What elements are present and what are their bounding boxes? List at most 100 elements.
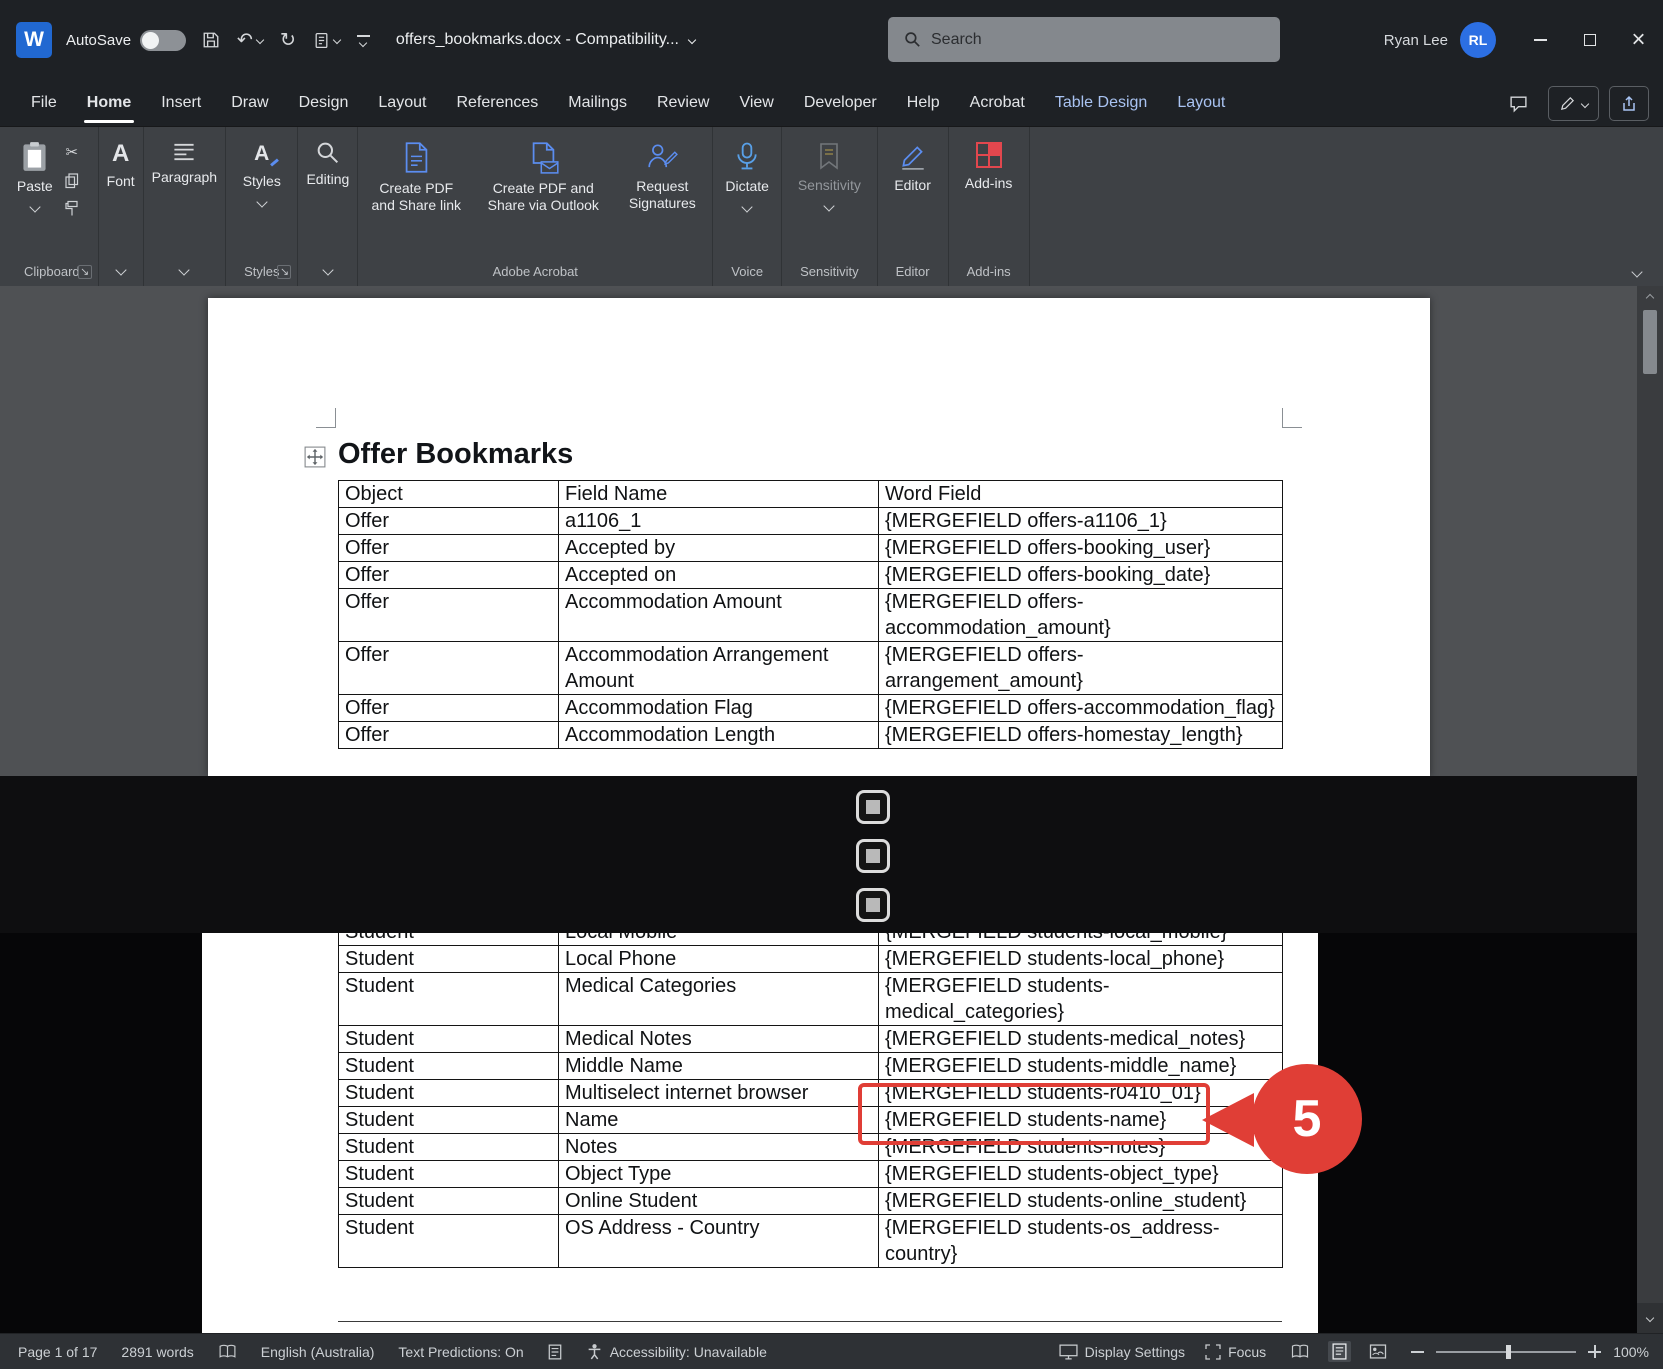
ribbon-tab[interactable]: Layout <box>1162 80 1240 126</box>
customize-quick-access-icon[interactable] <box>357 35 370 46</box>
ribbon-tab[interactable]: Table Design <box>1040 80 1163 126</box>
ribbon-tab[interactable]: Acrobat <box>955 80 1040 126</box>
document-status-button[interactable] <box>548 1344 562 1360</box>
column-header[interactable]: Field Name <box>559 481 879 508</box>
proofing-status-button[interactable] <box>218 1344 237 1359</box>
ribbon-tab[interactable]: Review <box>642 80 724 126</box>
word-count[interactable]: 2891 words <box>121 1344 193 1360</box>
undo-button[interactable]: ↶ <box>237 31 263 50</box>
text-predictions-indicator[interactable]: Text Predictions: On <box>398 1344 523 1360</box>
cell-field-name[interactable]: Medical Notes <box>559 1026 879 1053</box>
scrollbar-thumb[interactable] <box>1643 310 1657 374</box>
vertical-scrollbar[interactable] <box>1637 286 1663 1333</box>
minimize-button[interactable] <box>1516 0 1565 80</box>
cell-field-name[interactable]: Accepted on <box>559 562 879 589</box>
cell-field-name[interactable]: OS Address - Country <box>559 1215 879 1268</box>
ribbon-tab[interactable]: Draw <box>216 80 283 126</box>
avatar[interactable]: RL <box>1460 22 1496 58</box>
cell-word-field[interactable]: {MERGEFIELD offers-homestay_length} <box>879 722 1283 749</box>
cell-object[interactable]: Offer <box>339 642 559 695</box>
ribbon-tab[interactable]: Home <box>72 80 146 126</box>
zoom-slider-thumb[interactable] <box>1506 1345 1511 1359</box>
comments-button[interactable] <box>1499 86 1538 121</box>
zoom-slider[interactable] <box>1436 1351 1576 1353</box>
cell-object[interactable]: Offer <box>339 562 559 589</box>
ribbon-tab[interactable]: Layout <box>363 80 441 126</box>
autosave-toggle[interactable] <box>140 30 186 51</box>
cell-object[interactable]: Student <box>339 1107 559 1134</box>
cell-object[interactable]: Offer <box>339 722 559 749</box>
sensitivity-button[interactable]: Sensitivity <box>798 132 861 210</box>
cell-field-name[interactable]: Notes <box>559 1134 879 1161</box>
ribbon-tab[interactable]: Developer <box>789 80 892 126</box>
editing-button[interactable]: Editing <box>306 132 349 284</box>
create-pdf-share-link-button[interactable]: Create PDF and Share link <box>366 132 466 214</box>
document-title-button[interactable]: offers_bookmarks.docx - Compatibility... <box>396 31 695 49</box>
cell-object[interactable]: Student <box>339 1188 559 1215</box>
styles-dialog-launcher[interactable]: ↘ <box>277 265 291 279</box>
cell-object[interactable]: Offer <box>339 589 559 642</box>
cell-field-name[interactable]: Medical Categories <box>559 973 879 1026</box>
ribbon-tab[interactable]: Insert <box>146 80 216 126</box>
accessibility-status[interactable]: Accessibility: Unavailable <box>586 1343 767 1360</box>
cell-object[interactable]: Student <box>339 1080 559 1107</box>
cell-word-field[interactable]: {MERGEFIELD students-object_type} <box>879 1161 1283 1188</box>
cell-word-field[interactable]: {MERGEFIELD offers-booking_date} <box>879 562 1283 589</box>
cell-object[interactable]: Student <box>339 946 559 973</box>
cell-field-name[interactable]: Accommodation Length <box>559 722 879 749</box>
maximize-button[interactable] <box>1565 0 1614 80</box>
cell-word-field[interactable]: {MERGEFIELD students-local_mobile} <box>879 933 1283 946</box>
cell-word-field[interactable]: {MERGEFIELD students-online_student} <box>879 1188 1283 1215</box>
close-button[interactable]: × <box>1614 0 1663 80</box>
share-button[interactable] <box>1609 86 1649 121</box>
cell-word-field[interactable]: {MERGEFIELD offers-accommodation_flag} <box>879 695 1283 722</box>
create-pdf-outlook-button[interactable]: Create PDF and Share via Outlook <box>480 132 606 214</box>
cell-word-field[interactable]: {MERGEFIELD offers-booking_user} <box>879 535 1283 562</box>
cell-word-field[interactable]: {MERGEFIELD students-middle_name} <box>879 1053 1283 1080</box>
cell-object[interactable]: Student <box>339 1215 559 1268</box>
zoom-out-button[interactable] <box>1411 1351 1424 1353</box>
ribbon-tab[interactable]: View <box>724 80 788 126</box>
read-mode-button[interactable] <box>1286 1342 1314 1361</box>
clipboard-dialog-launcher[interactable]: ↘ <box>78 265 92 279</box>
display-settings-button[interactable]: Display Settings <box>1059 1344 1185 1360</box>
cell-field-name[interactable]: Online Student <box>559 1188 879 1215</box>
ribbon-tab[interactable]: Design <box>284 80 364 126</box>
language-indicator[interactable]: English (Australia) <box>261 1344 375 1360</box>
ribbon-tab[interactable]: References <box>441 80 553 126</box>
zoom-in-button[interactable] <box>1588 1345 1601 1358</box>
page-indicator[interactable]: Page 1 of 17 <box>18 1344 97 1360</box>
cut-icon[interactable]: ✂ <box>61 142 83 162</box>
cell-field-name[interactable]: a1106_1 <box>559 508 879 535</box>
styles-button[interactable]: A Styles <box>243 132 281 206</box>
dictate-button[interactable]: Dictate <box>725 132 769 211</box>
cell-object[interactable]: Student <box>339 1053 559 1080</box>
cell-word-field[interactable]: {MERGEFIELD students-medical_categories} <box>879 973 1283 1026</box>
document-heading[interactable]: Offer Bookmarks <box>338 438 573 471</box>
redo-button[interactable]: ↻ <box>280 31 296 50</box>
document-button[interactable] <box>313 32 340 49</box>
print-layout-button[interactable] <box>1328 1341 1351 1362</box>
cell-field-name[interactable]: Middle Name <box>559 1053 879 1080</box>
cell-object[interactable]: Student <box>339 1026 559 1053</box>
cell-word-field[interactable]: {MERGEFIELD students-local_phone} <box>879 946 1283 973</box>
ribbon-tab[interactable]: Mailings <box>553 80 642 126</box>
copy-icon[interactable] <box>61 170 83 190</box>
addins-button[interactable]: Add-ins <box>965 132 1012 192</box>
cell-object[interactable]: Student <box>339 933 559 946</box>
cell-word-field[interactable]: {MERGEFIELD offers-accommodation_amount} <box>879 589 1283 642</box>
cell-word-field[interactable]: {MERGEFIELD students-medical_notes} <box>879 1026 1283 1053</box>
editing-mode-button[interactable] <box>1548 86 1599 121</box>
scroll-up-arrow[interactable] <box>1637 286 1663 310</box>
cell-object[interactable]: Student <box>339 1161 559 1188</box>
cell-field-name[interactable]: Multiselect internet browser <box>559 1080 879 1107</box>
web-layout-button[interactable] <box>1365 1342 1391 1361</box>
editor-button[interactable]: Editor <box>894 132 931 194</box>
cell-field-name[interactable]: Accommodation Amount <box>559 589 879 642</box>
cell-field-name[interactable]: Name <box>559 1107 879 1134</box>
paragraph-button[interactable]: Paragraph <box>152 132 217 284</box>
document-page[interactable]: Offer Bookmarks ObjectField NameWord Fie… <box>208 298 1430 776</box>
focus-button[interactable]: Focus <box>1205 1344 1266 1360</box>
paste-button[interactable]: Paste <box>17 132 53 211</box>
cell-field-name[interactable]: Object Type <box>559 1161 879 1188</box>
